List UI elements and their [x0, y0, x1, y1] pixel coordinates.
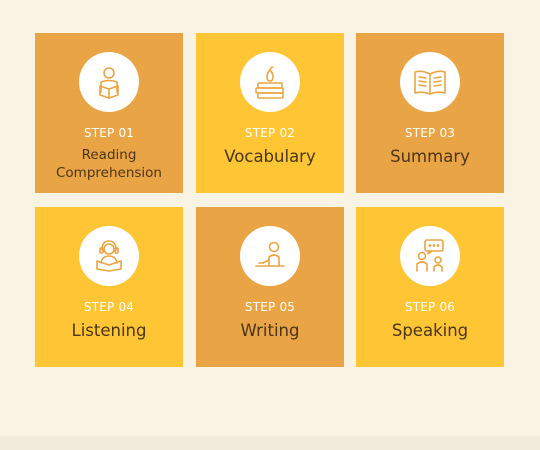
step-title: Speaking	[391, 321, 469, 340]
step-number: STEP 06	[404, 300, 456, 314]
step-card-reading[interactable]: STEP 01 Reading Comprehension	[35, 33, 183, 193]
step-card-speaking[interactable]: STEP 06 Speaking	[356, 207, 504, 367]
step-card-listening[interactable]: STEP 04 Listening	[35, 207, 183, 367]
step-title-line2: Comprehension	[56, 165, 162, 181]
step-number: STEP 05	[244, 300, 296, 314]
step-title: Listening	[71, 321, 147, 340]
step-title: Writing	[240, 321, 300, 340]
step-title: Reading Comprehension	[35, 146, 183, 182]
step-number: STEP 04	[83, 300, 135, 314]
step-card-summary[interactable]: STEP 03 Summary	[356, 33, 504, 193]
step-number: STEP 01	[83, 126, 135, 140]
reading-person-icon	[79, 52, 139, 112]
headphones-person-icon	[79, 226, 139, 286]
books-apple-icon	[240, 52, 300, 112]
step-title-line1: Reading	[81, 147, 137, 163]
step-title: Summary	[390, 147, 470, 166]
step-number: STEP 03	[404, 126, 456, 140]
open-book-icon	[400, 52, 460, 112]
writing-person-icon	[240, 226, 300, 286]
footer-band	[0, 436, 540, 450]
steps-grid: STEP 01 Reading Comprehension STEP 02 Vo…	[0, 0, 540, 450]
step-card-writing[interactable]: STEP 05 Writing	[196, 207, 344, 367]
speaking-people-icon	[400, 226, 460, 286]
step-card-vocabulary[interactable]: STEP 02 Vocabulary	[196, 33, 344, 193]
step-title: Vocabulary	[224, 147, 316, 166]
step-number: STEP 02	[244, 126, 296, 140]
